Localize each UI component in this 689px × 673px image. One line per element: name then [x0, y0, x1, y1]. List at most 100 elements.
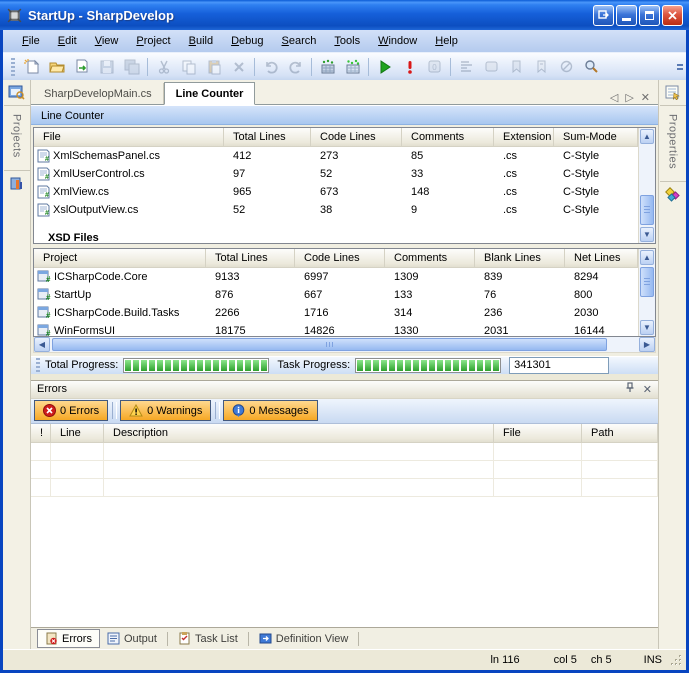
tools-pad-tab[interactable] [4, 170, 30, 196]
resize-grip-icon[interactable] [670, 654, 683, 667]
col-path[interactable]: Path [582, 424, 658, 442]
col-project[interactable]: Project [34, 249, 206, 267]
project-name: StartUp [54, 289, 91, 301]
undo-button[interactable] [258, 55, 283, 79]
next-bookmark-button[interactable] [529, 55, 554, 79]
new-file-button[interactable] [19, 55, 44, 79]
table-row[interactable]: #XmlSchemasPanel.cs 412 273 85 .cs C-Sty… [34, 147, 638, 165]
scroll-down-icon[interactable]: ▼ [640, 320, 654, 335]
scroll-thumb[interactable] [640, 267, 654, 297]
search-button[interactable] [579, 55, 604, 79]
cut-button[interactable] [151, 55, 176, 79]
tab-output[interactable]: Output [100, 630, 164, 647]
tab-errors[interactable]: Errors [37, 629, 100, 648]
next-tab-icon[interactable]: ▷ [625, 91, 633, 104]
toolbox-pad-tab[interactable] [660, 181, 686, 207]
save-all-button[interactable] [119, 55, 144, 79]
file-table-scrollbar[interactable]: ▲ ▼ [638, 128, 655, 243]
copy-button[interactable] [176, 55, 201, 79]
table-row[interactable]: #StartUp 876 667 133 76 800 [34, 286, 638, 304]
col-comments[interactable]: Comments [385, 249, 475, 267]
menu-window[interactable]: Window [369, 32, 426, 50]
col-line[interactable]: Line [51, 424, 104, 442]
prev-bookmark-button[interactable] [504, 55, 529, 79]
scroll-up-icon[interactable]: ▲ [640, 129, 654, 144]
tab-line-counter[interactable]: Line Counter [164, 82, 256, 105]
projects-pad-tab[interactable] [4, 80, 30, 106]
scroll-right-icon[interactable]: ▶ [639, 337, 655, 352]
pin-icon[interactable] [625, 382, 635, 396]
menu-search[interactable]: Search [273, 32, 326, 50]
projects-pad-label[interactable]: Projects [11, 106, 23, 166]
toolbar-grip[interactable] [11, 58, 15, 76]
messages-filter-button[interactable]: 0 Messages [223, 400, 317, 421]
toolbar-overflow-button[interactable] [674, 55, 686, 79]
maximize-button[interactable] [639, 5, 660, 26]
run-button[interactable] [372, 55, 397, 79]
tab-definition-view[interactable]: Definition View [252, 630, 356, 647]
sort-lines-button[interactable] [454, 55, 479, 79]
close-tab-icon[interactable]: ✕ [641, 91, 650, 104]
delete-button[interactable] [226, 55, 251, 79]
project-table-hscrollbar[interactable]: ◀ ▶ [33, 337, 656, 353]
col-total[interactable]: Total Lines [224, 128, 311, 146]
scroll-left-icon[interactable]: ◀ [34, 337, 50, 352]
comment-region-button[interactable] [479, 55, 504, 79]
build-all-button[interactable] [340, 55, 365, 79]
scroll-thumb[interactable] [640, 195, 654, 225]
col-blank[interactable]: Blank Lines [475, 249, 565, 267]
col-severity[interactable]: ! [31, 424, 51, 442]
hscroll-thumb[interactable] [52, 338, 607, 351]
project-table-scrollbar[interactable]: ▲ ▼ [638, 249, 655, 336]
properties-pad-tab[interactable] [660, 80, 686, 106]
prev-tab-icon[interactable]: ◁ [610, 91, 618, 104]
col-code[interactable]: Code Lines [311, 128, 402, 146]
col-comments[interactable]: Comments [402, 128, 494, 146]
menu-build[interactable]: Build [180, 32, 222, 50]
detach-window-button[interactable] [593, 5, 614, 26]
build-button[interactable] [315, 55, 340, 79]
close-panel-icon[interactable]: ✕ [643, 383, 652, 396]
col-file[interactable]: File [34, 128, 224, 146]
save-button[interactable] [94, 55, 119, 79]
col-sum-mode[interactable]: Sum-Mode [554, 128, 638, 146]
menu-tools[interactable]: Tools [325, 32, 369, 50]
table-row[interactable]: #WinFormsUI 18175 14826 1330 2031 16144 [34, 322, 638, 337]
clear-bookmarks-button[interactable] [554, 55, 579, 79]
minimize-button[interactable] [616, 5, 637, 26]
table-row[interactable]: #ICSharpCode.Core 9133 6997 1309 839 829… [34, 268, 638, 286]
menu-debug[interactable]: Debug [222, 32, 272, 50]
scroll-up-icon[interactable]: ▲ [640, 250, 654, 265]
redo-button[interactable] [283, 55, 308, 79]
cell: .cs [494, 204, 554, 216]
table-row[interactable]: #ICSharpCode.Build.Tasks 2266 1716 314 2… [34, 304, 638, 322]
open-file-button[interactable] [44, 55, 69, 79]
properties-pad-label[interactable]: Properties [667, 106, 679, 177]
col-file[interactable]: File [494, 424, 582, 442]
table-row[interactable]: #XslOutputView.cs 52 38 9 .cs C-Style [34, 201, 638, 219]
abort-button[interactable] [397, 55, 422, 79]
profile-button[interactable]: 0 [422, 55, 447, 79]
tab-sharpdevelopmain[interactable]: SharpDevelopMain.cs [33, 83, 164, 104]
menu-view[interactable]: View [86, 32, 128, 50]
close-button[interactable] [662, 5, 683, 26]
table-row[interactable]: #XmlUserControl.cs 97 52 33 .cs C-Style [34, 165, 638, 183]
col-extension[interactable]: Extension [494, 128, 554, 146]
menu-file[interactable]: File [13, 32, 49, 50]
menu-help[interactable]: Help [426, 32, 467, 50]
warnings-filter-button[interactable]: 0 Warnings [120, 400, 211, 421]
col-total[interactable]: Total Lines [206, 249, 295, 267]
menu-project[interactable]: Project [127, 32, 179, 50]
table-row[interactable]: #XmlView.cs 965 673 148 .cs C-Style [34, 183, 638, 201]
col-code[interactable]: Code Lines [295, 249, 385, 267]
scroll-down-icon[interactable]: ▼ [640, 227, 654, 242]
progress-strip-grip[interactable] [36, 358, 40, 373]
save-as-button[interactable] [69, 55, 94, 79]
menu-edit[interactable]: Edit [49, 32, 86, 50]
errors-filter-button[interactable]: 0 Errors [34, 400, 108, 421]
col-net[interactable]: Net Lines [565, 249, 638, 267]
tab-task-list[interactable]: Task List [171, 630, 245, 647]
cell: 6997 [295, 271, 385, 283]
paste-button[interactable] [201, 55, 226, 79]
col-description[interactable]: Description [104, 424, 494, 442]
